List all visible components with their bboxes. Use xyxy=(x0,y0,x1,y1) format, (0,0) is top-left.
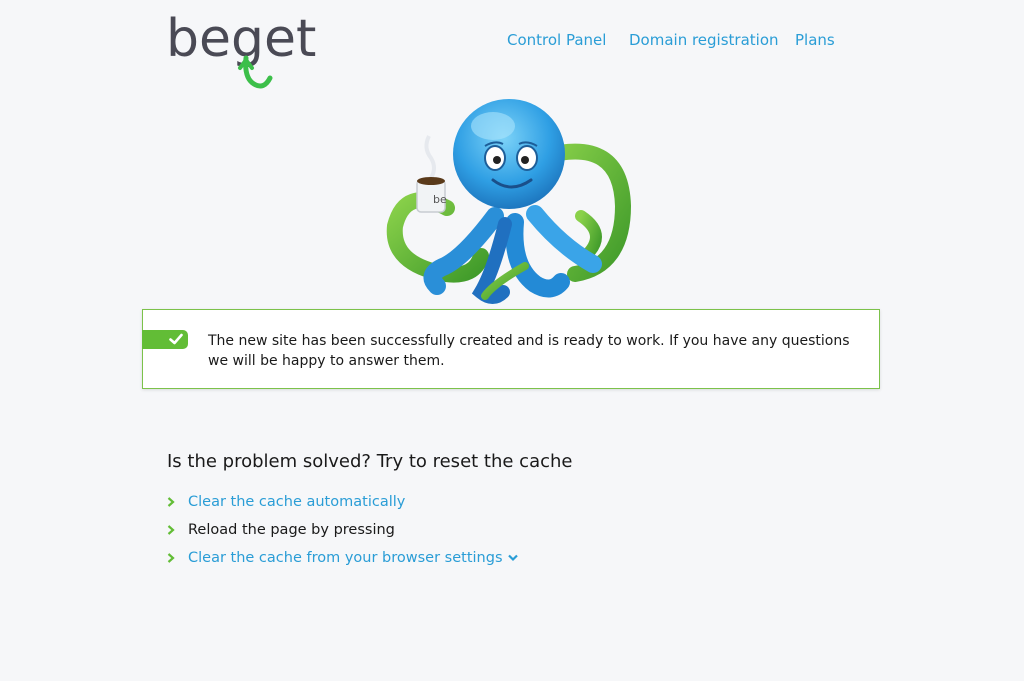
octopus-mascot: be xyxy=(385,96,645,306)
nav-control-panel[interactable]: Control Panel xyxy=(507,31,606,49)
clear-cache-browser-link[interactable]: Clear the cache from your browser settin… xyxy=(188,550,503,566)
mug-text: be xyxy=(433,193,447,206)
success-notice: The new site has been successfully creat… xyxy=(142,309,880,389)
check-icon xyxy=(169,333,183,345)
nav-domain-registration[interactable]: Domain registration xyxy=(629,31,779,49)
check-badge xyxy=(142,330,188,349)
chevron-right-icon xyxy=(167,553,181,563)
nav-plans[interactable]: Plans xyxy=(795,31,835,49)
list-item[interactable]: Clear the cache automatically xyxy=(167,488,518,516)
logo-text: beget xyxy=(166,12,316,69)
cache-heading: Is the problem solved? Try to reset the … xyxy=(167,451,573,472)
chevron-right-icon xyxy=(167,525,181,535)
beget-logo[interactable]: beget xyxy=(166,9,334,92)
chevron-right-icon xyxy=(167,497,181,507)
success-message: The new site has been successfully creat… xyxy=(208,333,850,369)
chevron-down-icon[interactable] xyxy=(507,554,518,562)
reload-page-text: Reload the page by pressing xyxy=(188,522,395,538)
list-item: Reload the page by pressing xyxy=(167,516,518,544)
logo-icon: beget xyxy=(166,9,316,89)
octopus-icon: be xyxy=(386,99,632,304)
clear-cache-auto-link[interactable]: Clear the cache automatically xyxy=(188,494,405,510)
list-item[interactable]: Clear the cache from your browser settin… xyxy=(167,544,518,572)
cache-options-list: Clear the cache automatically Reload the… xyxy=(167,488,518,572)
